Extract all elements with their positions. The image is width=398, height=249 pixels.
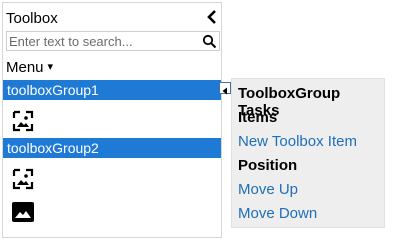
- search-box: [6, 31, 220, 51]
- menu-label: Menu: [6, 59, 44, 76]
- move-down-link[interactable]: Move Down: [238, 205, 317, 222]
- toolbox-title: Toolbox: [6, 10, 58, 27]
- move-up-link[interactable]: Move Up: [238, 181, 298, 198]
- toolbox-group-tasks-panel: ToolboxGroup Tasks Items New Toolbox Ite…: [231, 78, 385, 228]
- triangle-left-icon: [222, 87, 227, 95]
- chevron-down-icon: ▾: [47, 61, 54, 73]
- image-tool-icon[interactable]: [11, 167, 35, 191]
- toolbox-panel: Toolbox Menu▾ toolboxGroup1 toolboxGroup…: [2, 2, 222, 238]
- toolbox-group-header[interactable]: toolboxGroup1: [3, 80, 221, 100]
- new-toolbox-item-link[interactable]: New Toolbox Item: [238, 133, 357, 150]
- section-header-items: Items: [238, 109, 278, 126]
- image-tool-icon[interactable]: [11, 109, 35, 133]
- search-icon[interactable]: [202, 34, 217, 49]
- image-filled-icon[interactable]: [11, 200, 35, 224]
- section-header-position: Position: [238, 157, 298, 174]
- smart-tag-button[interactable]: [219, 82, 231, 95]
- menu-dropdown[interactable]: Menu ▾: [6, 59, 53, 76]
- chevron-left-icon[interactable]: [205, 9, 219, 25]
- toolbox-group-header[interactable]: toolboxGroup2: [3, 138, 221, 158]
- search-input[interactable]: [9, 33, 197, 49]
